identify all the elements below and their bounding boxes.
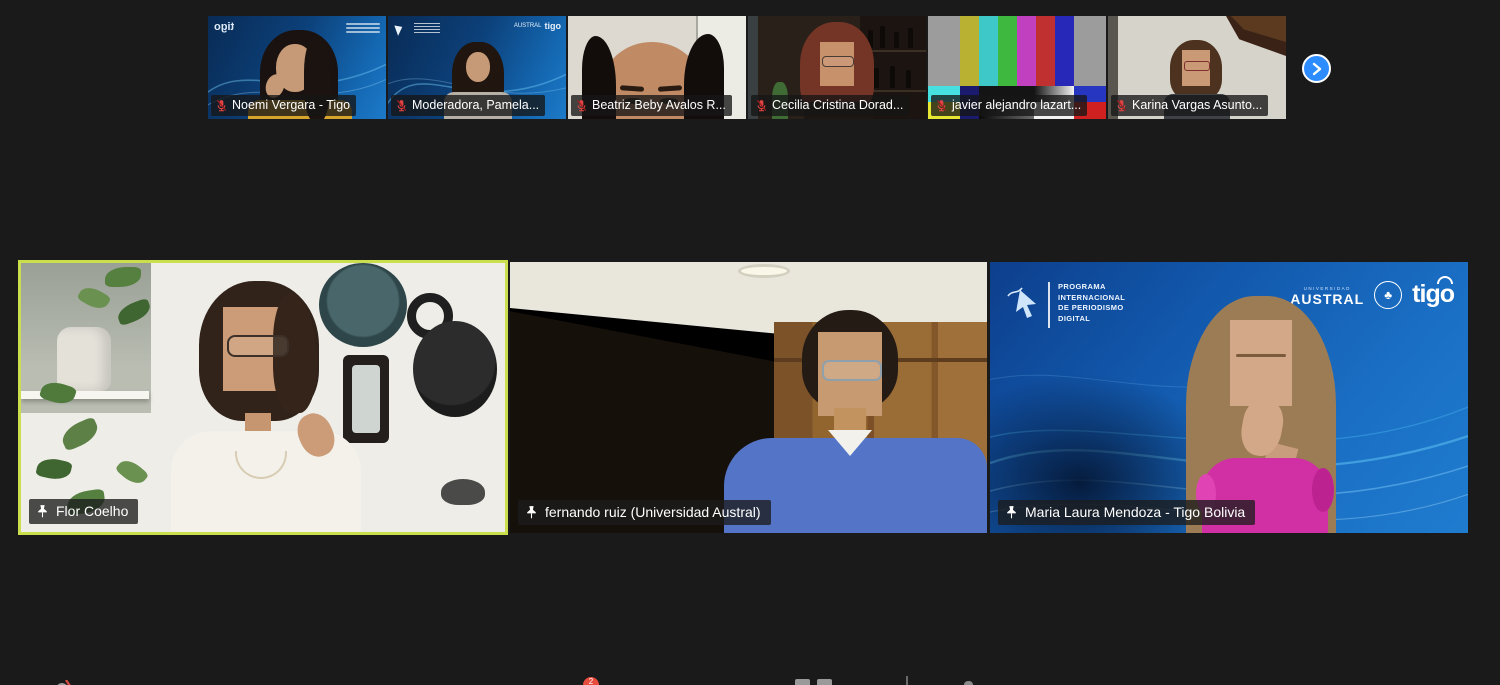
wall-mirror-decor	[343, 355, 389, 443]
glasses-shape	[822, 360, 882, 381]
face-shape	[466, 52, 490, 82]
toolbar-button-partial[interactable]	[817, 679, 832, 685]
participant-name: javier alejandro lazart...	[952, 97, 1081, 114]
notification-badge-partial: 2	[583, 677, 599, 685]
mic-muted-icon	[575, 99, 588, 112]
participant-name-label: Flor Coelho	[29, 499, 138, 524]
toolbar-button-partial[interactable]	[964, 681, 973, 685]
glasses-shape	[227, 335, 289, 357]
program-line: DIGITAL	[1058, 314, 1125, 325]
ceiling-light-shape	[738, 264, 790, 278]
program-line: PROGRAMA	[1058, 282, 1125, 293]
mic-muted-icon	[52, 680, 74, 685]
clothing-ruffle	[1312, 468, 1334, 512]
pin-icon	[524, 505, 539, 520]
participant-filmstrip: tigo Noemi Vergara - Tigo	[208, 16, 1286, 119]
participant-thumbnail[interactable]: Beatriz Beby Avalos R...	[568, 16, 746, 119]
austral-logo: UNIVERSIDAD AUSTRAL	[1290, 284, 1364, 305]
program-logo-text: PROGRAMA INTERNACIONAL DE PERIODISMO DIG…	[1058, 282, 1125, 324]
program-line: INTERNACIONAL	[1058, 293, 1125, 304]
participant-name: Moderadora, Pamela...	[412, 97, 539, 114]
mic-muted-icon	[395, 99, 408, 112]
eyebrow-shape	[1236, 354, 1286, 357]
participant-name-label: Cecilia Cristina Dorad...	[751, 95, 909, 116]
participant-name-label: Maria Laura Mendoza - Tigo Bolivia	[998, 500, 1255, 525]
program-cursor-icon	[1006, 282, 1040, 322]
chevron-right-icon	[1311, 62, 1323, 76]
tigo-logo: tigo	[545, 21, 562, 31]
tigo-logo-mirrored: tigo	[214, 21, 234, 33]
austral-tree-emblem: ♣	[1374, 281, 1402, 309]
participant-name: Karina Vargas Asunto...	[1132, 97, 1262, 114]
program-line: DE PERIODISMO	[1058, 303, 1125, 314]
participant-name: Noemi Vergara - Tigo	[232, 97, 350, 114]
austral-tigo-logos: AUSTRAL tigo	[514, 21, 561, 31]
badge-count: 2	[589, 677, 593, 685]
video-tile[interactable]: fernando ruiz (Universidad Austral)	[510, 262, 987, 533]
participant-thumbnail[interactable]: Karina Vargas Asunto...	[1108, 16, 1286, 119]
tree-glyph: ♣	[1384, 288, 1392, 302]
mic-muted-icon	[1115, 99, 1128, 112]
glasses-shape	[1184, 61, 1210, 71]
wall-plate-decor	[413, 321, 497, 417]
sponsor-logos: UNIVERSIDAD AUSTRAL ♣ tigo	[1290, 280, 1454, 309]
video-tile[interactable]: PROGRAMA INTERNACIONAL DE PERIODISMO DIG…	[990, 262, 1468, 533]
object-shape	[441, 479, 485, 505]
meeting-stage: tigo Noemi Vergara - Tigo	[0, 0, 1500, 685]
participant-name: fernando ruiz (Universidad Austral)	[545, 503, 761, 522]
participant-thumbnail[interactable]: tigo Noemi Vergara - Tigo	[208, 16, 386, 119]
tigo-logo: tigo	[1412, 280, 1454, 309]
smpte-color-bars	[928, 16, 1106, 86]
pin-icon	[1004, 505, 1019, 520]
participant-thumbnail[interactable]: javier alejandro lazart...	[928, 16, 1106, 119]
pin-icon	[35, 504, 50, 519]
mute-button-partial[interactable]	[52, 676, 74, 685]
wall-plate-decor	[319, 263, 407, 347]
participant-name: Beatriz Beby Avalos R...	[592, 97, 726, 114]
mic-muted-icon	[215, 99, 228, 112]
share-screen-button-partial[interactable]	[795, 679, 810, 685]
participant-name-label: Moderadora, Pamela...	[391, 95, 545, 116]
participant-name-label: Beatriz Beby Avalos R...	[571, 95, 732, 116]
participant-thumbnail[interactable]: AUSTRAL tigo Moderadora, Pamela...	[388, 16, 566, 119]
mic-muted-icon	[755, 99, 768, 112]
video-tile-active-speaker[interactable]: Flor Coelho	[18, 260, 508, 535]
face-shape	[1230, 320, 1292, 406]
participant-name-label: Karina Vargas Asunto...	[1111, 95, 1268, 116]
glasses-shape	[822, 56, 854, 67]
participant-name: Maria Laura Mendoza - Tigo Bolivia	[1025, 503, 1245, 522]
participant-name-label: fernando ruiz (Universidad Austral)	[518, 500, 771, 525]
participant-name-label: Noemi Vergara - Tigo	[211, 95, 356, 116]
austral-logo-text: AUSTRAL	[1290, 291, 1364, 307]
program-logo: PROGRAMA INTERNACIONAL DE PERIODISMO DIG…	[1006, 282, 1125, 328]
filmstrip-next-page-button[interactable]	[1302, 54, 1331, 83]
participant-thumbnail[interactable]: Cecilia Cristina Dorad...	[748, 16, 926, 119]
program-logo-mirrored	[346, 21, 380, 37]
vase-shape	[57, 327, 111, 391]
tigo-logo-text: tigo	[1412, 280, 1454, 308]
participant-name: Flor Coelho	[56, 502, 128, 521]
program-logo-text	[414, 21, 440, 35]
logo-divider	[1048, 282, 1050, 328]
participant-name-label: javier alejandro lazart...	[931, 95, 1087, 116]
participant-name: Cecilia Cristina Dorad...	[772, 97, 903, 114]
austral-logo: AUSTRAL	[514, 23, 542, 29]
mic-muted-icon	[935, 99, 948, 112]
toolbar-divider-partial	[906, 676, 908, 685]
